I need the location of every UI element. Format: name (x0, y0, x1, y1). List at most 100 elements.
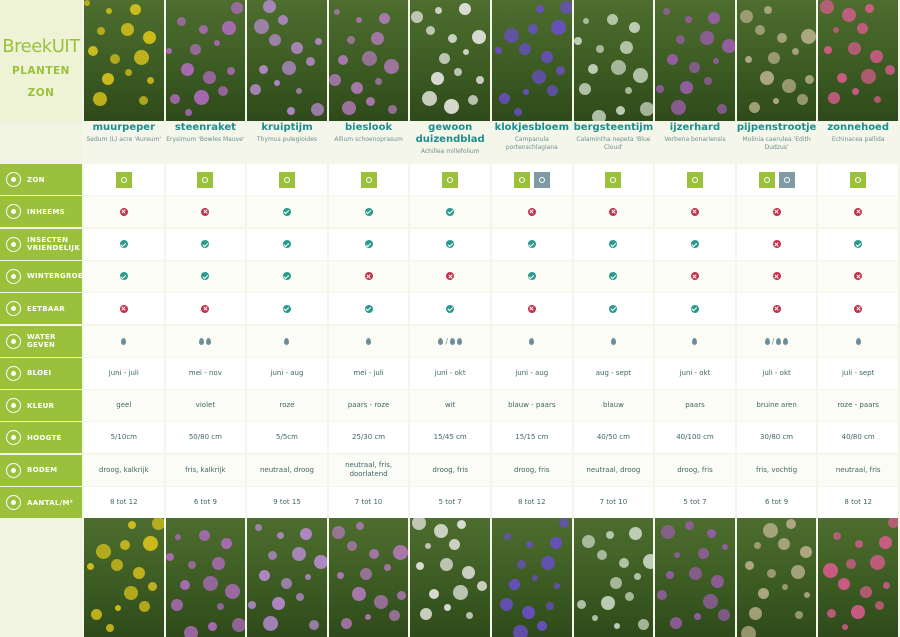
cell-value: 5/10cm (110, 433, 137, 442)
cell-value: 8 tot 12 (518, 498, 546, 506)
check-icon (119, 240, 128, 249)
cell-water: / (736, 325, 817, 357)
plant-photo-top (573, 0, 654, 121)
plant-photo-top (736, 0, 817, 121)
cell-kleur: wit (410, 390, 490, 422)
cell-zon (655, 164, 735, 195)
check-icon (201, 240, 210, 249)
cell-value: neutraal, droog (260, 465, 314, 474)
cross-icon (772, 304, 781, 313)
cell-eetbaar (84, 293, 164, 325)
cell-value: 30/80 cm (760, 433, 794, 442)
cell-inheems (818, 196, 898, 228)
cell-bodem: neutraal, fris, doorlatend (328, 454, 409, 486)
plant-latin-name: Calamintha nepeta 'Blue Cloud' (576, 136, 651, 151)
cross-icon (201, 304, 210, 313)
cell-value: droog, fris (677, 465, 713, 474)
cell-bloei: mei - nov (165, 357, 246, 389)
leaf-icon (6, 204, 21, 220)
full-sun-icon (278, 171, 295, 188)
cell-value: paars - roze (347, 401, 390, 410)
cell-value: bruine aren (756, 401, 797, 410)
cell-value: aug - sept (595, 368, 632, 377)
water-drop-icon (528, 337, 535, 345)
cell-hoogte: 15/45 cm (410, 422, 490, 454)
cell-bloei: juni - okt (655, 357, 735, 389)
cell-insecten (655, 228, 735, 260)
cell-value: 5 tot 7 (683, 498, 707, 506)
cell-value: 8 tot 12 (110, 498, 138, 506)
cell-value: juli - sept (841, 368, 875, 377)
cross-icon (119, 207, 128, 216)
cell-value: droog, fris (432, 465, 468, 474)
row-label-kleur: KLEUR (0, 390, 82, 422)
half-shade-icon (778, 171, 795, 188)
cell-aantal: 6 tot 9 (736, 487, 817, 518)
cell-value: 7 tot 10 (599, 498, 628, 506)
plant-name: muurpeper (92, 122, 155, 133)
water-drop-icon (120, 337, 127, 345)
cell-bodem: droog, kalkrijk (84, 454, 164, 486)
cell-wintergroen (736, 260, 817, 292)
cell-wintergroen (247, 260, 327, 292)
plant-latin-name: Echinacea pallida (831, 136, 885, 143)
cell-bodem: droog, fris (410, 454, 490, 486)
plant-name: ijzerhard (669, 122, 721, 133)
row-label-inheems: INHEEMS (0, 196, 82, 228)
check-icon (527, 240, 536, 249)
cell-wintergroen (165, 260, 246, 292)
cell-value: roze - paars (837, 401, 879, 410)
plant-photo-top (818, 0, 898, 121)
cell-value: roze (279, 401, 295, 410)
cell-value: blauw (602, 401, 624, 410)
cell-hoogte: 5/10cm (84, 422, 164, 454)
cross-icon (772, 240, 781, 249)
cell-bloei: juli - okt (736, 357, 817, 389)
cell-zon (492, 164, 572, 195)
cell-value: 9 tot 15 (273, 498, 301, 506)
water-drop-icon (365, 337, 372, 345)
cell-bodem: fris, kalkrijk (165, 454, 246, 486)
cross-icon (527, 207, 536, 216)
half-shade-icon (533, 171, 550, 188)
plant-header: klokjesbloem Campanula portenschlagiana (492, 122, 572, 162)
cell-water (84, 325, 164, 357)
cell-water (655, 325, 735, 357)
row-label-text: EETBAAR (27, 304, 65, 313)
check-icon (364, 304, 373, 313)
cross-icon (527, 304, 536, 313)
cell-kleur: violet (165, 390, 246, 422)
row-label-eetbaar: EETBAAR (0, 293, 82, 325)
cell-wintergroen (492, 260, 572, 292)
cell-bloei: mei - juli (328, 357, 409, 389)
plant-latin-name: Sedum (L) acre 'Aureum' (86, 136, 162, 143)
cell-value: neutraal, fris (835, 465, 881, 474)
cell-bloei: juni - aug (247, 357, 327, 389)
cell-value: 50/80 cm (188, 433, 222, 442)
cell-wintergroen (655, 260, 735, 292)
cell-insecten (410, 228, 490, 260)
cell-value: juli - okt (762, 368, 791, 377)
plant-latin-name: Campanula portenschlagiana (505, 136, 558, 151)
cell-hoogte: 40/100 cm (655, 422, 735, 454)
cell-inheems (655, 196, 735, 228)
height-icon (6, 430, 21, 446)
cell-wintergroen (410, 260, 490, 292)
cell-value: wit (444, 401, 456, 410)
water-drop-icon (283, 337, 290, 345)
cell-value: 40/100 cm (676, 433, 714, 442)
plant-photo-bottom (573, 516, 654, 637)
plant-header: ijzerhard Verbena bonariensis (655, 122, 735, 162)
cell-zon (736, 164, 817, 195)
cell-value: neutraal, droog (586, 465, 641, 474)
cell-bodem: droog, fris (492, 454, 572, 486)
cell-water (165, 325, 246, 357)
cell-value: fris, kalkrijk (185, 465, 226, 474)
plant-header: steenraket Erysimum 'Bowles Mauve' (166, 122, 246, 162)
cell-water: / (410, 325, 490, 357)
cell-aantal: 5 tot 7 (410, 487, 490, 518)
row-label-text: BLOEI (27, 369, 52, 378)
cell-inheems (573, 196, 654, 228)
area-icon (6, 495, 21, 510)
cell-value: paars (685, 401, 705, 410)
